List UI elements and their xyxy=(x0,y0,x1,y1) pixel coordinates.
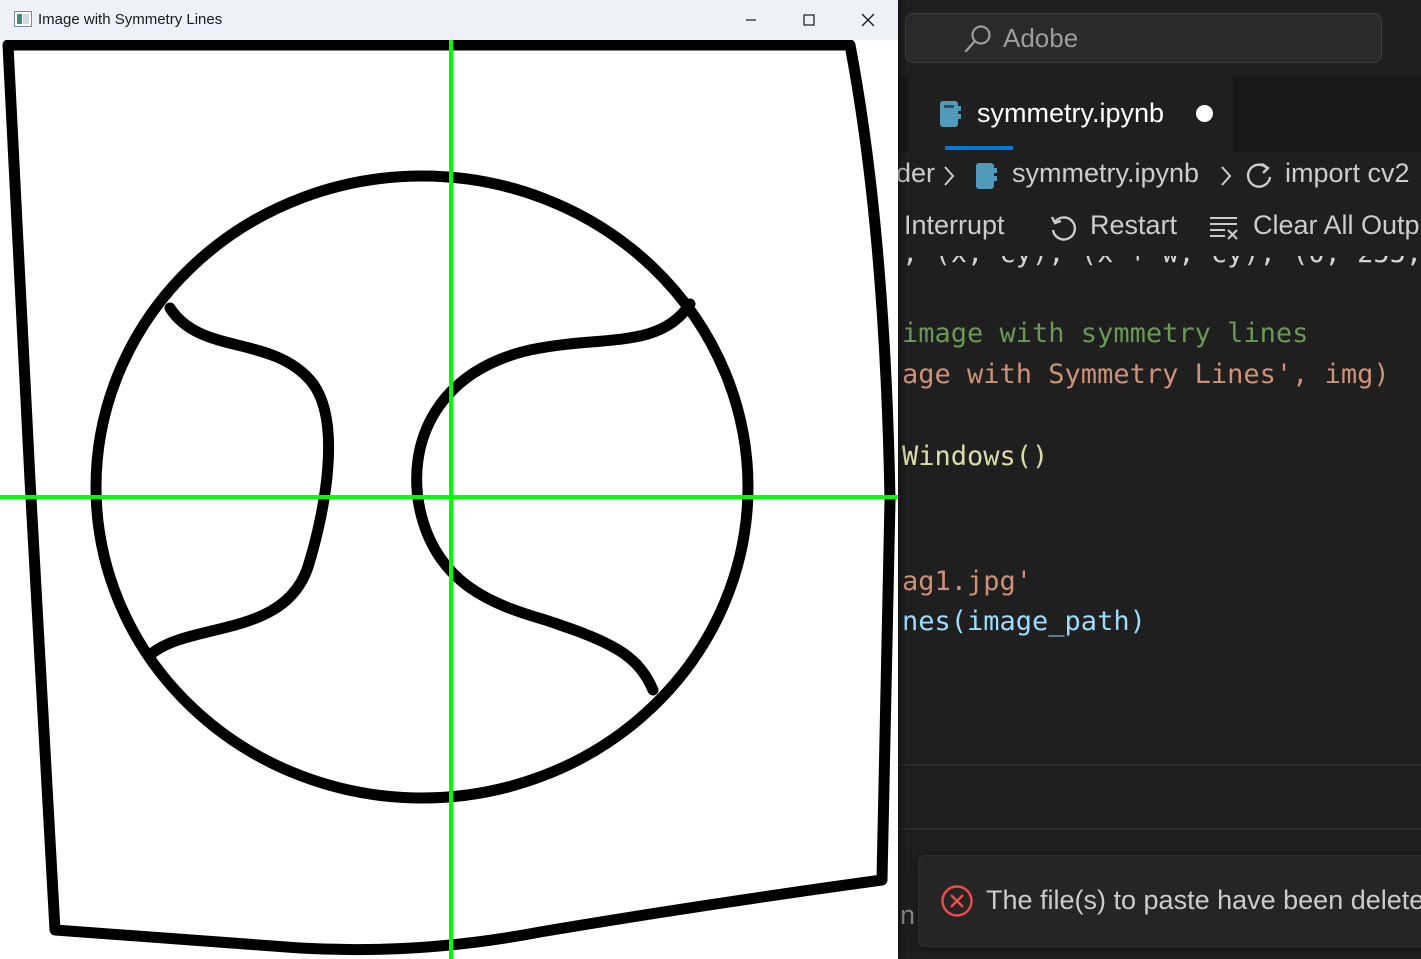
chevron-right-icon xyxy=(944,166,955,186)
restart-icon xyxy=(1050,216,1077,241)
code-line: , (x, cy), (x + w, cy), (0, 255, xyxy=(902,256,1421,269)
status-text: n xyxy=(900,900,916,930)
app-icon xyxy=(14,11,32,27)
opencv-image-window[interactable]: Image with Symmetry Lines xyxy=(0,0,898,959)
notebook-icon xyxy=(976,163,997,189)
code-line: image with symmetry lines xyxy=(902,318,1309,349)
minimize-icon xyxy=(746,19,756,21)
close-icon xyxy=(861,13,875,27)
error-notification[interactable]: The file(s) to paste have been delete xyxy=(918,855,1421,947)
breadcrumb-item-folder[interactable]: der xyxy=(896,158,935,189)
maximize-button[interactable] xyxy=(780,0,838,40)
active-tab-indicator xyxy=(945,146,1013,150)
window-title: Image with Symmetry Lines xyxy=(38,11,223,28)
chevron-right-icon xyxy=(1221,166,1232,186)
breadcrumb-item-cell[interactable]: import cv2 xyxy=(1285,158,1410,189)
error-icon xyxy=(941,885,973,917)
tab-symmetry-ipynb[interactable]: symmetry.ipynb xyxy=(908,76,1233,152)
maximize-icon xyxy=(803,14,815,26)
tab-label: symmetry.ipynb xyxy=(977,98,1165,128)
unsaved-dot-icon[interactable] xyxy=(1196,105,1213,122)
close-button[interactable] xyxy=(839,0,897,40)
code-line: ag1.jpg' xyxy=(902,566,1033,597)
code-line: Windows() xyxy=(902,441,1049,472)
search-icon xyxy=(964,25,991,53)
breadcrumb-item-file[interactable]: symmetry.ipynb xyxy=(1012,158,1199,189)
window-title-bar[interactable]: Image with Symmetry Lines xyxy=(0,0,898,40)
restart-button[interactable]: Restart xyxy=(1090,210,1177,241)
code-line: nes(image_path) xyxy=(902,606,1146,637)
notebook-icon xyxy=(940,101,961,127)
clear-all-outputs-button[interactable]: Clear All Outp xyxy=(1253,210,1420,241)
code-line: age with Symmetry Lines', img) xyxy=(902,359,1390,390)
interrupt-button[interactable]: Interrupt xyxy=(904,210,1005,241)
command-center-search[interactable]: Adobe xyxy=(905,13,1382,63)
refresh-cell-icon xyxy=(1246,163,1272,188)
search-text: Adobe xyxy=(1003,23,1079,53)
notification-message: The file(s) to paste have been delete xyxy=(986,885,1421,915)
minimize-button[interactable] xyxy=(722,0,780,40)
image-canvas xyxy=(0,40,898,959)
clear-all-icon xyxy=(1210,217,1238,240)
